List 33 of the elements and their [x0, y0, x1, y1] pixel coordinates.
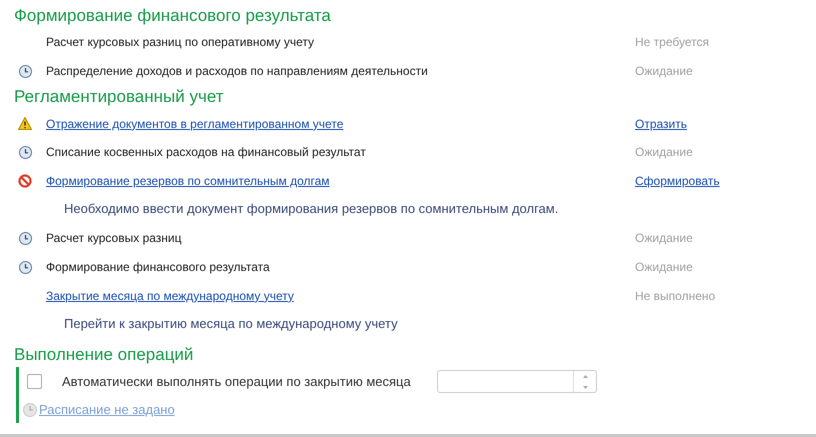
status-text: Не выполнено — [635, 288, 716, 303]
task-title: Списание косвенных расходов на финансовый результат — [46, 145, 366, 160]
clock-icon — [18, 146, 32, 159]
task-link[interactable]: Закрытие месяца по международному учету — [46, 288, 294, 303]
section-heading: Формирование финансового результата — [13, 5, 332, 27]
task-title: Расчет курсовых разниц по оперативному учету — [46, 35, 314, 50]
section-heading: Регламентированный учет — [13, 86, 225, 108]
warning-icon — [18, 117, 32, 130]
clock-icon — [18, 232, 32, 245]
hint-text: Необходимо ввести документ формирования резервов по сомнительным долгам. — [63, 200, 560, 218]
status-text: Ожидание — [635, 64, 693, 78]
checkbox-label: Автоматически выполнять операции по закрытию месяца — [62, 374, 412, 390]
action-link[interactable]: Отразить — [635, 116, 687, 131]
status-text: Ожидание — [635, 231, 693, 246]
clock-icon — [18, 64, 32, 78]
task-title: Распределение доходов и расходов по направлениям деятельности — [46, 64, 428, 78]
clock-icon — [23, 402, 37, 417]
task-title: Формирование финансового результата — [46, 260, 270, 274]
task-link[interactable]: Отражение документов в регламентированном учете — [46, 116, 344, 131]
status-text: Ожидание — [635, 260, 693, 274]
hint-text: Перейти к закрытию месяца по международному учету — [63, 315, 399, 334]
status-text: Не требуется — [635, 35, 709, 50]
spin-field[interactable] — [437, 370, 597, 394]
section-heading: Выполнение операций — [13, 344, 194, 366]
action-link[interactable]: Сформировать — [635, 174, 720, 188]
task-link[interactable]: Формирование резервов по сомнительным долгам — [46, 174, 330, 188]
checkbox[interactable] — [27, 374, 42, 390]
down-arrow-icon[interactable] — [582, 386, 588, 389]
status-text: Ожидание — [635, 145, 693, 160]
prohibited-icon — [18, 174, 32, 188]
task-title: Расчет курсовых разниц — [46, 231, 182, 246]
clock-icon — [18, 260, 32, 274]
up-arrow-icon[interactable] — [582, 375, 588, 378]
